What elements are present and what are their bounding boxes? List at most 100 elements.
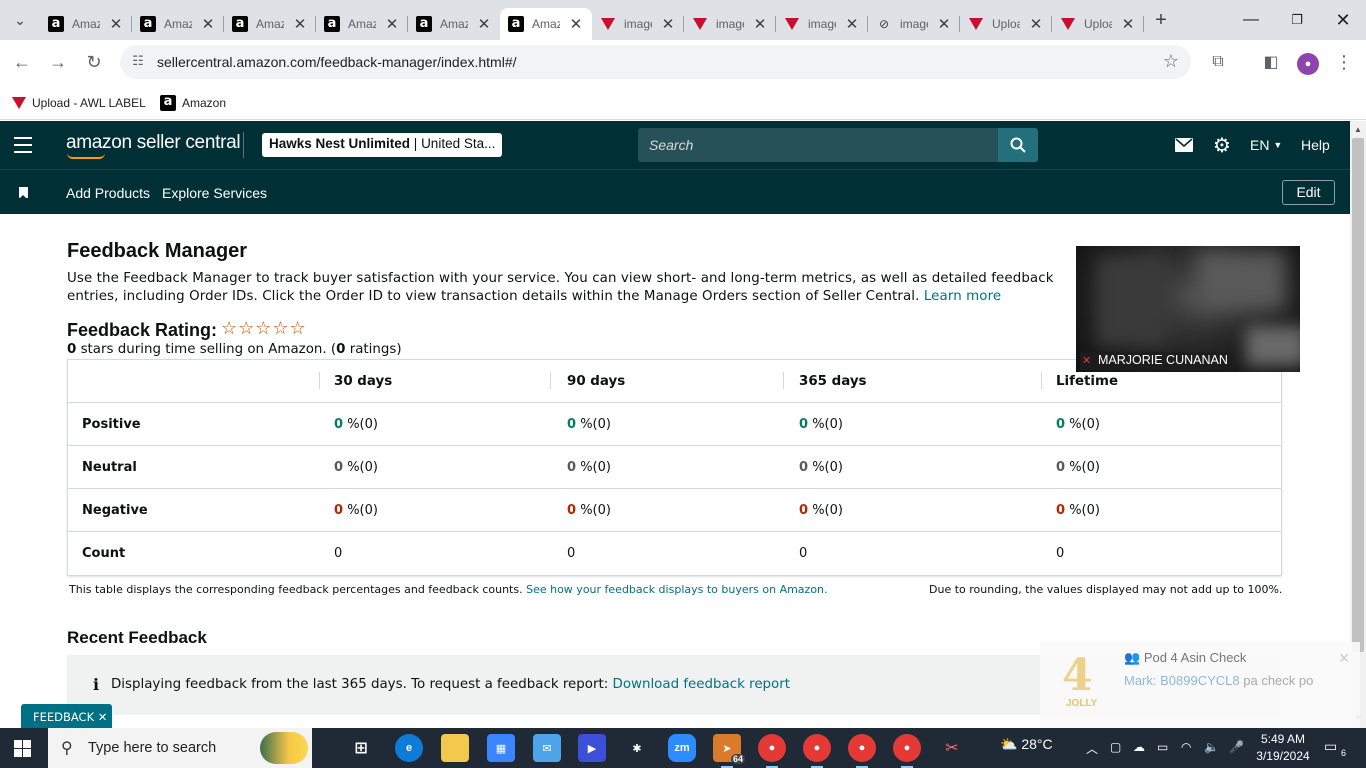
taskbar-search[interactable]: ⚲ Type here to search xyxy=(48,728,312,768)
system-clock[interactable]: 5:49 AM 3/19/2024 xyxy=(1255,731,1311,765)
tab-close-icon[interactable]: ✕ xyxy=(1120,15,1136,33)
chrome-icon[interactable]: ● xyxy=(758,734,786,768)
notification-center-icon[interactable]: ▭ 6 xyxy=(1324,738,1346,758)
browser-tab[interactable]: image ✕ xyxy=(776,8,868,40)
volume-icon[interactable]: 🔈 xyxy=(1204,740,1219,754)
feedback-tab[interactable]: FEEDBACK ✕ xyxy=(21,704,112,728)
tab-close-icon[interactable]: ✕ xyxy=(568,15,584,33)
profile-avatar[interactable]: ● xyxy=(1297,53,1319,75)
site-settings-icon[interactable]: ☷ xyxy=(129,53,147,71)
media-icon[interactable]: ▶ xyxy=(578,734,606,762)
browser-tab[interactable]: a Amazon ✕ xyxy=(316,8,408,40)
scrollbar-thumb[interactable] xyxy=(1352,138,1364,652)
learn-more-link[interactable]: Learn more xyxy=(924,289,1001,304)
browser-tab[interactable]: a Amazon ✕ xyxy=(224,8,316,40)
microphone-icon[interactable]: 🎤 xyxy=(1229,740,1244,754)
browser-tab[interactable]: a Amazon ✕ xyxy=(408,8,500,40)
search-button[interactable] xyxy=(998,128,1038,162)
settings-gear-icon[interactable]: ⚙ xyxy=(1211,134,1233,157)
browser-tab[interactable]: image ✕ xyxy=(592,8,684,40)
slack-icon[interactable]: ✱ xyxy=(623,734,651,762)
address-bar[interactable]: ☷ sellercentral.amazon.com/feedback-mana… xyxy=(120,45,1191,79)
windows-start-icon[interactable] xyxy=(14,740,31,757)
amazon-icon: a xyxy=(48,16,64,32)
extensions-icon[interactable]: ⧉ xyxy=(1206,50,1230,74)
store-icon[interactable]: ▦ xyxy=(487,734,515,762)
onedrive-icon[interactable]: ☁ xyxy=(1133,740,1145,754)
search-input[interactable]: Search xyxy=(638,128,998,162)
page-scrollbar[interactable]: ▲ ▼ xyxy=(1350,121,1366,728)
awl-icon xyxy=(1060,16,1076,32)
snipping-tool-icon[interactable]: ✂ xyxy=(938,734,966,762)
tab-close-icon[interactable]: ✕ xyxy=(200,15,216,33)
menu-icon[interactable]: ⋮ xyxy=(1332,50,1356,74)
explore-services-link[interactable]: Explore Services xyxy=(162,185,267,201)
tab-close-icon[interactable]: ✕ xyxy=(476,15,492,33)
tab-title: image xyxy=(808,17,836,31)
tab-close-icon[interactable]: ✕ xyxy=(752,15,768,33)
back-button[interactable]: ← xyxy=(7,47,37,77)
browser-tab[interactable]: image ✕ xyxy=(684,8,776,40)
zoom-icon[interactable]: zm xyxy=(668,734,696,762)
telegram-icon[interactable]: ➤ 64 xyxy=(713,734,745,768)
mail-app-icon[interactable]: ✉ xyxy=(533,734,561,762)
browser-tab[interactable]: a Amazon ✕ xyxy=(132,8,224,40)
bookmark-amazon[interactable]: a Amazon xyxy=(160,93,226,113)
browser-tab[interactable]: Upload ✕ xyxy=(1052,8,1144,40)
bookmark-icon[interactable] xyxy=(19,187,28,199)
tab-search-button[interactable]: ⌄ xyxy=(8,8,32,32)
forward-button[interactable]: → xyxy=(43,47,73,77)
browser-tab[interactable]: ⊘ image ✕ xyxy=(868,8,960,40)
close-window-button[interactable]: ✕ xyxy=(1320,0,1366,40)
bookmark-star-icon[interactable]: ☆ xyxy=(1163,51,1179,72)
mail-icon[interactable] xyxy=(1174,134,1194,156)
tab-close-icon[interactable]: ✕ xyxy=(384,15,400,33)
tab-close-icon[interactable]: ✕ xyxy=(1028,15,1044,33)
chat-notification[interactable]: 4 JOLLY 👥 Pod 4 Asin Check Mark: B0899CY… xyxy=(1040,642,1360,728)
tab-title: image xyxy=(624,17,652,31)
tab-title: Amazon xyxy=(164,17,192,31)
chrome-profile-icon[interactable]: ● xyxy=(803,734,831,768)
store-selector[interactable]: Hawks Nest Unlimited | United Sta... xyxy=(262,133,502,157)
minimize-button[interactable]: — xyxy=(1228,0,1274,40)
video-call-overlay[interactable]: MARJORIE CUNANAN ✕ xyxy=(1076,246,1300,372)
tab-close-icon[interactable]: ✕ xyxy=(292,15,308,33)
notification-close-icon[interactable]: ✕ xyxy=(1338,650,1350,667)
amazon-icon: a xyxy=(232,16,248,32)
tab-close-icon[interactable]: ✕ xyxy=(936,15,952,33)
file-explorer-icon[interactable] xyxy=(441,734,469,762)
browser-tab[interactable]: Upload ✕ xyxy=(960,8,1052,40)
tab-close-icon[interactable]: ✕ xyxy=(108,15,124,33)
edge-icon[interactable]: e xyxy=(395,734,423,762)
browser-tab[interactable]: a Amazon ✕ xyxy=(500,8,592,40)
seller-central-logo[interactable]: amazon seller central xyxy=(66,132,241,159)
language-selector[interactable]: EN ▼ xyxy=(1250,134,1282,156)
browser-tab[interactable]: a Amazon ✕ xyxy=(40,8,132,40)
show-hidden-icons[interactable]: ︿ xyxy=(1086,740,1098,757)
wifi-icon[interactable]: ◠ xyxy=(1181,740,1191,754)
new-tab-button[interactable]: + xyxy=(1149,8,1173,32)
edit-button[interactable]: Edit xyxy=(1282,180,1335,205)
meet-now-icon[interactable]: ▢ xyxy=(1110,740,1121,754)
side-panel-icon[interactable]: ◧ xyxy=(1259,50,1283,74)
tab-close-icon[interactable]: ✕ xyxy=(844,15,860,33)
weather-widget[interactable]: ⛅ 28°C xyxy=(1000,736,1053,753)
chrome-profile-icon[interactable]: ● xyxy=(893,734,921,768)
battery-icon[interactable]: ▭ xyxy=(1157,740,1168,754)
tab-close-icon[interactable]: ✕ xyxy=(660,15,676,33)
feedback-display-link[interactable]: See how your feedback displays to buyers… xyxy=(526,583,827,596)
reload-button[interactable]: ↻ xyxy=(79,47,109,77)
bookmark-upload-awl[interactable]: Upload - AWL LABEL xyxy=(12,93,146,113)
task-view-icon[interactable]: ⊞ xyxy=(347,734,375,762)
hamburger-menu-icon[interactable] xyxy=(12,135,34,155)
rating-value: 0 xyxy=(67,342,77,357)
scroll-up-arrow[interactable]: ▲ xyxy=(1354,125,1362,134)
rating-text: stars during time selling on Amazon. ( xyxy=(76,342,337,357)
restore-button[interactable]: ❐ xyxy=(1274,0,1320,40)
chrome-profile-icon[interactable]: ● xyxy=(848,734,876,768)
row-label: Count xyxy=(82,546,126,561)
download-feedback-report-link[interactable]: Download feedback report xyxy=(613,677,791,692)
address-row: ← → ↻ ☷ sellercentral.amazon.com/feedbac… xyxy=(0,40,1366,86)
add-products-link[interactable]: Add Products xyxy=(66,185,150,201)
help-link[interactable]: Help xyxy=(1301,134,1330,156)
